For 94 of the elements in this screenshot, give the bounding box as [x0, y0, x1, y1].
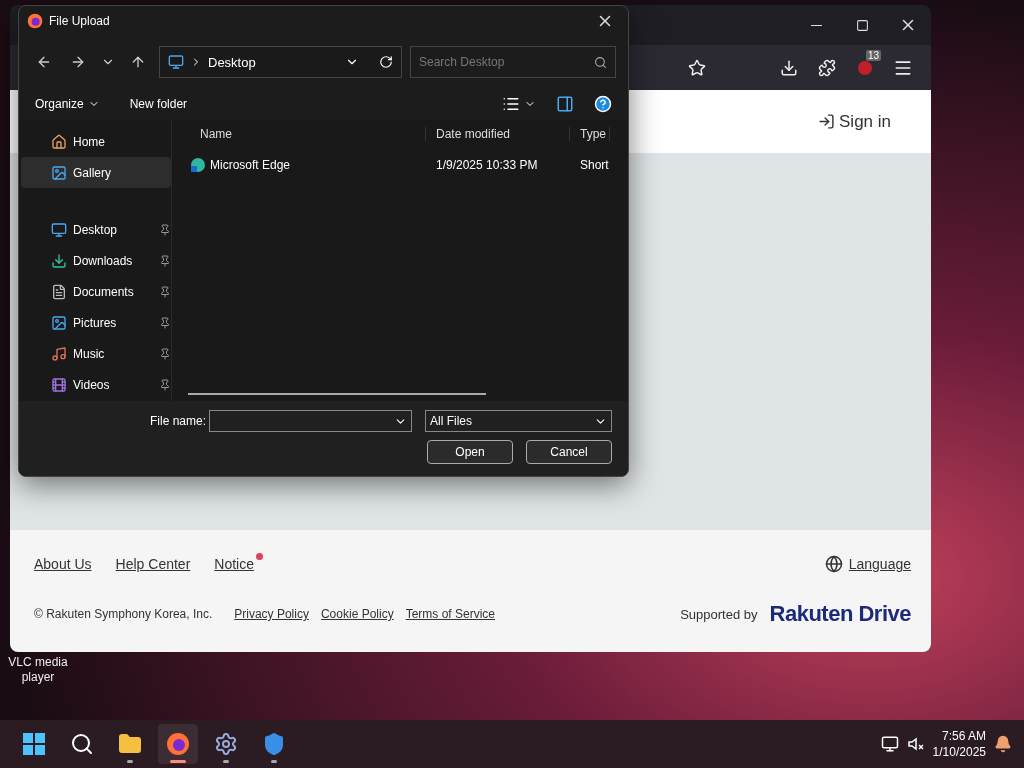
pin-icon — [159, 347, 171, 360]
extension-button[interactable]: 13 — [849, 51, 881, 84]
column-header[interactable]: Name — [180, 127, 426, 141]
help-icon — [594, 95, 612, 113]
desktop-icon-label[interactable]: VLC media player — [4, 655, 72, 685]
table-cell-text: Short — [579, 158, 610, 172]
maximize-icon — [855, 18, 869, 32]
list-icon — [502, 95, 520, 113]
legal-link[interactable]: Privacy Policy — [234, 607, 309, 621]
pin-icon — [159, 254, 171, 267]
picture-icon — [51, 314, 67, 331]
file-type-dropdown[interactable]: All Files — [425, 410, 612, 432]
network-icon[interactable] — [880, 735, 899, 753]
home-icon — [51, 133, 67, 150]
music-note-icon — [51, 345, 67, 362]
horizontal-scrollbar[interactable] — [188, 393, 486, 395]
star-icon — [688, 58, 706, 77]
column-header[interactable]: Type — [570, 127, 610, 141]
new-folder-button[interactable]: New folder — [129, 97, 188, 111]
sidebar-item[interactable]: Music — [21, 338, 171, 369]
sidebar-item[interactable]: Gallery — [21, 157, 171, 188]
globe-icon — [824, 555, 843, 573]
pin-icon — [159, 223, 171, 236]
brand-logo: Rakuten Drive — [769, 601, 911, 627]
panel-icon — [556, 95, 574, 113]
film-icon — [51, 376, 67, 393]
search-icon — [594, 55, 607, 69]
address-bar[interactable]: Desktop — [159, 46, 402, 78]
supported-by-text: Supported by — [680, 606, 758, 622]
search-icon — [70, 732, 94, 756]
monitor-icon — [168, 54, 184, 70]
copyright-text: © Rakuten Symphony Korea, Inc. — [34, 607, 213, 621]
document-icon — [51, 283, 67, 300]
forward-arrow-icon — [70, 54, 86, 70]
sidebar-item[interactable]: Documents — [21, 276, 171, 307]
view-options-button[interactable] — [502, 95, 536, 113]
footer-link[interactable]: Notice — [214, 556, 263, 572]
cancel-button[interactable]: Cancel — [526, 440, 612, 464]
fox-globe-icon — [27, 13, 43, 29]
refresh-icon[interactable] — [379, 55, 393, 69]
sidebar-item[interactable]: Downloads — [21, 245, 171, 276]
up-arrow-icon — [130, 54, 146, 70]
taskbar-app-button[interactable] — [158, 724, 198, 764]
shield-icon — [262, 732, 286, 756]
running-indicator — [127, 760, 133, 763]
footer-link[interactable]: Help Center — [115, 556, 191, 572]
sidebar-item[interactable]: Videos — [21, 369, 171, 400]
sign-in-icon — [818, 113, 835, 130]
legal-link[interactable]: Terms of Service — [405, 607, 495, 621]
running-indicator — [170, 760, 186, 763]
table-cell-text: 1/9/2025 10:33 PM — [435, 158, 539, 172]
pin-icon — [159, 378, 171, 391]
search-field[interactable]: Search Desktop — [410, 46, 616, 78]
pin-icon — [159, 316, 171, 329]
download-icon — [51, 252, 67, 269]
preview-pane-button[interactable] — [556, 95, 574, 113]
folder-icon — [118, 732, 142, 756]
extension-icon — [858, 60, 872, 75]
sidebar-item[interactable]: Desktop — [21, 214, 171, 245]
gear-icon — [214, 732, 238, 756]
legal-link[interactable]: Cookie Policy — [320, 607, 394, 621]
download-icon — [780, 58, 798, 77]
footer-link[interactable]: About Us — [34, 556, 92, 572]
fox-globe-icon — [166, 732, 190, 756]
count-badge: 13 — [865, 49, 881, 61]
date-text: 1/10/2025 — [932, 744, 986, 760]
running-indicator — [223, 760, 229, 763]
language-link[interactable]: Language — [824, 555, 911, 573]
file-name-label: File name: — [149, 414, 206, 428]
picture-icon — [51, 164, 67, 181]
windows-logo-icon — [23, 733, 45, 755]
muted-speaker-icon[interactable] — [906, 735, 925, 753]
browser-shortcut-icon — [190, 157, 206, 173]
pin-icon — [159, 285, 171, 298]
monitor-icon — [51, 221, 67, 238]
unread-dot — [256, 553, 263, 560]
dialog-title: File Upload — [49, 14, 110, 28]
file-name: Microsoft Edge — [210, 158, 291, 172]
help-button[interactable] — [594, 95, 612, 113]
sidebar-item[interactable]: Pictures — [21, 307, 171, 338]
organize-menu-button[interactable]: Organize — [35, 97, 100, 111]
sidebar-item[interactable]: Home — [21, 126, 171, 157]
file-name-field[interactable] — [209, 410, 412, 432]
open-button[interactable]: Open — [427, 440, 513, 464]
sign-in-link[interactable]: Sign in — [818, 111, 891, 132]
column-header[interactable]: Date modified — [426, 127, 570, 141]
minimize-icon — [810, 24, 822, 26]
running-indicator — [271, 760, 277, 763]
puzzle-piece-icon — [818, 58, 836, 77]
time-text: 7:56 AM — [941, 728, 986, 744]
bell-icon[interactable] — [994, 735, 1012, 753]
clock[interactable]: 7:56 AM 1/10/2025 — [932, 728, 986, 760]
file-row[interactable]: Microsoft Edge 1/9/2025 10:33 PM Short — [180, 148, 628, 182]
breadcrumb-location[interactable]: Desktop — [208, 54, 339, 70]
